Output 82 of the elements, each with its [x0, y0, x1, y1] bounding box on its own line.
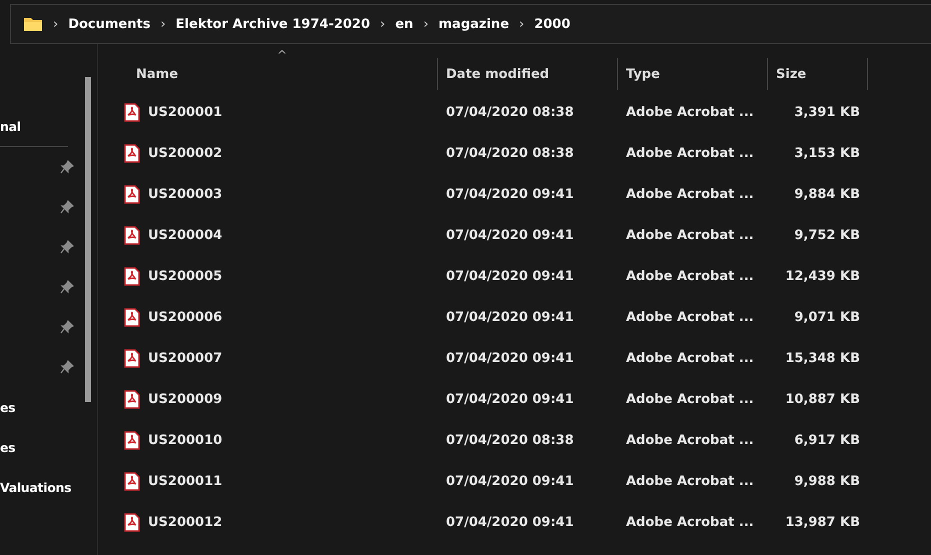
column-header[interactable]: Size: [768, 58, 868, 90]
pin-icon[interactable]: [60, 320, 74, 334]
size-cell-text: 3,153 KB: [793, 146, 861, 161]
date-cell-text: 07/04/2020 09:41: [445, 187, 575, 202]
date-cell-text: 07/04/2020 08:38: [445, 433, 575, 448]
type-cell-text: Adobe Acrobat ...: [625, 515, 755, 530]
file-name[interactable]: US200007: [148, 351, 222, 366]
breadcrumb-segment[interactable]: Documents: [68, 16, 150, 32]
size-cell-text: 9,752 KB: [793, 228, 861, 243]
breadcrumb-separator: ›: [380, 16, 386, 32]
breadcrumb-segment[interactable]: Elektor Archive 1974-2020: [176, 16, 370, 32]
file-name[interactable]: US200012: [148, 515, 222, 530]
date-cell-text: 07/04/2020 09:41: [445, 228, 575, 243]
size-cell-text: 13,987 KB: [784, 515, 861, 530]
type-cell-text: Adobe Acrobat ...: [625, 310, 755, 325]
pin-icon[interactable]: [60, 160, 74, 174]
pdf-file-icon: [124, 513, 140, 532]
sidebar-item[interactable]: Valuations: [0, 480, 72, 494]
type-cell-text: Adobe Acrobat ...: [625, 269, 755, 284]
size-cell-text: 9,884 KB: [793, 187, 861, 202]
file-name[interactable]: US200003: [148, 187, 222, 202]
date-cell-text: 07/04/2020 09:41: [445, 392, 575, 407]
column-header[interactable]: Name: [114, 58, 438, 90]
date-cell-text: 07/04/2020 09:41: [445, 474, 575, 489]
pin-icon[interactable]: [60, 240, 74, 254]
pdf-file-icon: [124, 267, 140, 286]
file-name[interactable]: US200002: [148, 146, 222, 161]
type-cell-text: Adobe Acrobat ...: [625, 433, 755, 448]
sidebar-item[interactable]: es: [0, 400, 16, 414]
file-name[interactable]: US200009: [148, 392, 222, 407]
file-name[interactable]: US200004: [148, 228, 222, 243]
breadcrumb-separator: ›: [519, 16, 524, 32]
breadcrumb-separator: ›: [160, 16, 166, 32]
breadcrumb-segment[interactable]: magazine: [438, 16, 510, 32]
pdf-file-icon: [124, 431, 140, 450]
type-cell-text: Adobe Acrobat ...: [625, 228, 755, 243]
size-cell-text: 15,348 KB: [784, 351, 861, 366]
size-cell-text: 10,887 KB: [784, 392, 861, 407]
pdf-file-icon: [124, 185, 140, 204]
type-cell-text: Adobe Acrobat ...: [625, 392, 755, 407]
pdf-file-icon: [124, 144, 140, 163]
size-cell-text: 12,439 KB: [784, 269, 861, 284]
pdf-file-icon: [124, 349, 140, 368]
size-cell-text: 9,071 KB: [793, 310, 861, 325]
type-cell-text: Adobe Acrobat ...: [625, 146, 755, 161]
type-cell-text: Adobe Acrobat ...: [625, 351, 755, 366]
pdf-file-icon: [124, 226, 140, 245]
file-name[interactable]: US200001: [148, 105, 222, 120]
file-name[interactable]: US200010: [148, 433, 222, 448]
type-cell-text: Adobe Acrobat ...: [625, 105, 755, 120]
date-cell-text: 07/04/2020 09:41: [445, 351, 575, 366]
size-cell-text: 3,391 KB: [793, 105, 861, 120]
pdf-file-icon: [124, 472, 140, 491]
date-cell-text: 07/04/2020 08:38: [445, 105, 575, 120]
column-header[interactable]: Type: [618, 58, 768, 90]
pin-icon[interactable]: [60, 280, 74, 294]
breadcrumb-separator: ›: [423, 16, 429, 32]
scrollbar-thumb[interactable]: [85, 77, 91, 402]
pdf-file-icon: [124, 308, 140, 327]
size-cell-text: 6,917 KB: [793, 433, 861, 448]
file-name[interactable]: US200011: [148, 474, 222, 489]
breadcrumb-separator: ›: [53, 16, 58, 32]
date-cell-text: 07/04/2020 08:38: [445, 146, 575, 161]
sidebar-item[interactable]: nal: [0, 118, 21, 134]
sidebar-item[interactable]: es: [0, 440, 16, 454]
pdf-file-icon: [124, 103, 140, 122]
pdf-file-icon: [124, 390, 140, 409]
pin-icon[interactable]: [60, 360, 74, 374]
date-cell-text: 07/04/2020 09:41: [445, 310, 575, 325]
type-cell-text: Adobe Acrobat ...: [625, 474, 755, 489]
folder-icon: [23, 16, 43, 32]
pin-icon[interactable]: [60, 200, 74, 214]
breadcrumb-segment[interactable]: 2000: [534, 16, 570, 32]
breadcrumb-segment[interactable]: en: [395, 16, 414, 32]
column-header[interactable]: Date modified: [438, 58, 618, 90]
size-cell-text: 9,988 KB: [793, 474, 861, 489]
date-cell-text: 07/04/2020 09:41: [445, 269, 575, 284]
address-bar[interactable]: › Documents › Elektor Archive 1974-2020 › en › magazine › 2000: [10, 4, 931, 44]
date-cell-text: 07/04/2020 09:41: [445, 515, 575, 530]
type-cell-text: Adobe Acrobat ...: [625, 187, 755, 202]
file-name[interactable]: US200006: [148, 310, 222, 325]
file-name[interactable]: US200005: [148, 269, 222, 284]
